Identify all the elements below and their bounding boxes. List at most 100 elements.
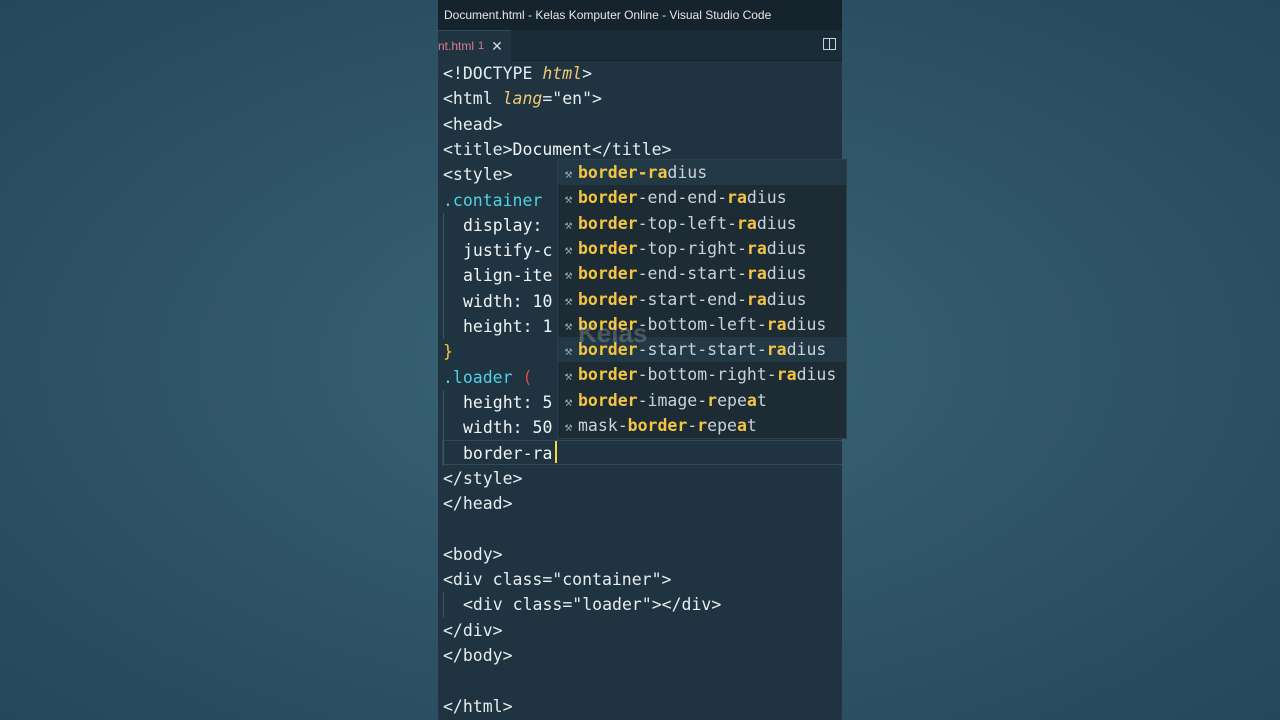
close-icon[interactable]: ✕	[491, 38, 503, 55]
suggestion-item[interactable]: ⚒ border-top-left-radius	[558, 211, 846, 236]
code-line[interactable]: <html lang="en">	[443, 86, 602, 111]
suggestion-text: -bottom-right-	[637, 365, 777, 385]
suggestion-text: -end-end-	[637, 188, 728, 208]
match-highlight: r	[697, 416, 708, 435]
suggestion-item[interactable]: ⚒ border-top-right-radius	[558, 236, 846, 261]
wrench-icon: ⚒	[564, 344, 573, 360]
code-line[interactable]: <div class="container">	[443, 567, 671, 592]
wrench-icon: ⚒	[564, 242, 573, 258]
suggestion-text: -top-right-	[637, 238, 747, 258]
suggestion-item[interactable]: ⚒ mask-border-repeat	[558, 413, 846, 438]
suggestion-text: dius	[667, 163, 708, 182]
wrench-icon: ⚒	[564, 394, 573, 410]
suggestion-item[interactable]: ⚒ border-radius	[558, 160, 846, 185]
match-highlight: border	[627, 416, 688, 435]
code-token: .loader	[443, 367, 523, 387]
code-line[interactable]: width: 50	[443, 415, 552, 440]
code-line[interactable]: <div class="loader"></div>	[443, 592, 721, 617]
code-token: </body>	[443, 645, 513, 665]
code-line[interactable]: height: 1	[443, 314, 552, 339]
code-line[interactable]: height: 5	[443, 390, 552, 415]
match-highlight: ra	[736, 213, 757, 233]
code-line[interactable]: .container	[443, 188, 542, 213]
code-token: width: 50	[463, 418, 553, 438]
code-token: <div class="loader"></div>	[463, 595, 722, 615]
problem-count-badge: 1	[478, 40, 485, 52]
wrench-icon: ⚒	[564, 420, 573, 435]
code-token: .container	[443, 190, 543, 210]
code-line[interactable]: </html>	[443, 694, 513, 719]
match-highlight: border	[578, 238, 638, 258]
code-line[interactable]: justify-c	[443, 238, 552, 263]
code-line[interactable]: </div>	[443, 618, 503, 643]
suggestion-text: -top-left-	[637, 213, 737, 233]
match-highlight: r	[707, 390, 718, 410]
wrench-icon: ⚒	[564, 167, 573, 182]
code-token: <title>	[443, 139, 513, 159]
suggestion-text: dius	[766, 238, 807, 258]
code-token: </html>	[443, 696, 513, 716]
window-title: Document.html - Kelas Komputer Online - …	[438, 0, 842, 30]
code-line[interactable]: width: 10	[443, 289, 552, 314]
suggestion-text: dius	[756, 213, 797, 233]
match-highlight: border	[578, 390, 638, 410]
code-line[interactable]: <style>	[443, 162, 513, 187]
wrench-icon: ⚒	[564, 318, 573, 334]
suggestion-text: dius	[766, 264, 807, 284]
match-highlight: ra	[776, 365, 797, 385]
code-line[interactable]: align-ite	[443, 263, 552, 288]
code-token: (	[522, 367, 533, 387]
wrench-icon: ⚒	[564, 268, 573, 284]
code-token: width: 10	[463, 291, 553, 311]
match-highlight: border	[578, 289, 638, 309]
code-token: </title>	[592, 139, 672, 159]
code-token: <div class="container">	[443, 570, 672, 589]
code-token: </style>	[443, 468, 523, 488]
code-token: html	[542, 64, 583, 83]
wrench-icon: ⚒	[564, 369, 573, 385]
code-line[interactable]: <!DOCTYPE html>	[443, 61, 592, 86]
code-line[interactable]: display:	[443, 213, 542, 238]
suggestion-text: t	[746, 416, 757, 435]
code-token: <!DOCTYPE	[443, 64, 543, 83]
wrench-icon: ⚒	[564, 293, 573, 309]
suggestion-item[interactable]: ⚒ border-end-end-radius	[558, 185, 846, 210]
suggestion-text: dius	[786, 340, 827, 360]
code-token: justify-c	[463, 241, 553, 261]
match-highlight: a	[746, 390, 757, 410]
code-line[interactable]: .loader (	[443, 365, 532, 390]
suggestion-text: dius	[766, 289, 807, 309]
code-line[interactable]: <body>	[443, 542, 503, 567]
suggestion-text: dius	[786, 314, 827, 334]
code-token: height: 5	[463, 392, 553, 412]
suggestion-item[interactable]: ⚒ border-end-start-radius	[558, 261, 846, 286]
match-highlight: border	[578, 213, 638, 233]
code-line[interactable]: }	[443, 339, 453, 364]
code-token: Document	[512, 139, 593, 159]
split-editor-icon[interactable]	[823, 38, 836, 50]
code-token: </div>	[443, 620, 503, 640]
suggestion-item[interactable]: ⚒ border-image-repeat	[558, 388, 846, 413]
match-highlight: border	[578, 365, 638, 385]
code-line[interactable]: <head>	[443, 112, 503, 137]
suggestion-text: dius	[796, 365, 837, 385]
tab-bar: nt.html 1 ✕	[438, 30, 842, 61]
suggestion-text: mask-	[578, 416, 628, 435]
suggestion-text: -end-start-	[637, 264, 747, 284]
code-token: <html	[443, 89, 503, 109]
match-highlight: border	[578, 264, 638, 284]
match-highlight: border	[578, 188, 638, 208]
code-token: border-ra	[463, 443, 553, 463]
tab-document-html[interactable]: nt.html 1 ✕	[438, 30, 511, 61]
code-line[interactable]: </style>	[443, 466, 522, 491]
match-highlight: ra	[746, 238, 767, 258]
code-line[interactable]: </head>	[443, 491, 513, 516]
suggestion-item[interactable]: ⚒ border-bottom-right-radius	[558, 362, 846, 387]
code-line[interactable]: border-ra	[443, 441, 552, 466]
code-line[interactable]: </body>	[443, 643, 513, 668]
wrench-icon: ⚒	[564, 217, 573, 233]
suggestion-text: epe	[707, 416, 737, 435]
code-token: >	[582, 64, 593, 83]
suggestion-item[interactable]: ⚒ border-start-end-radius	[558, 287, 846, 312]
suggestion-widget: ⚒ border-radius ⚒ border-end-end-radius ⚒ bor…	[557, 159, 847, 439]
